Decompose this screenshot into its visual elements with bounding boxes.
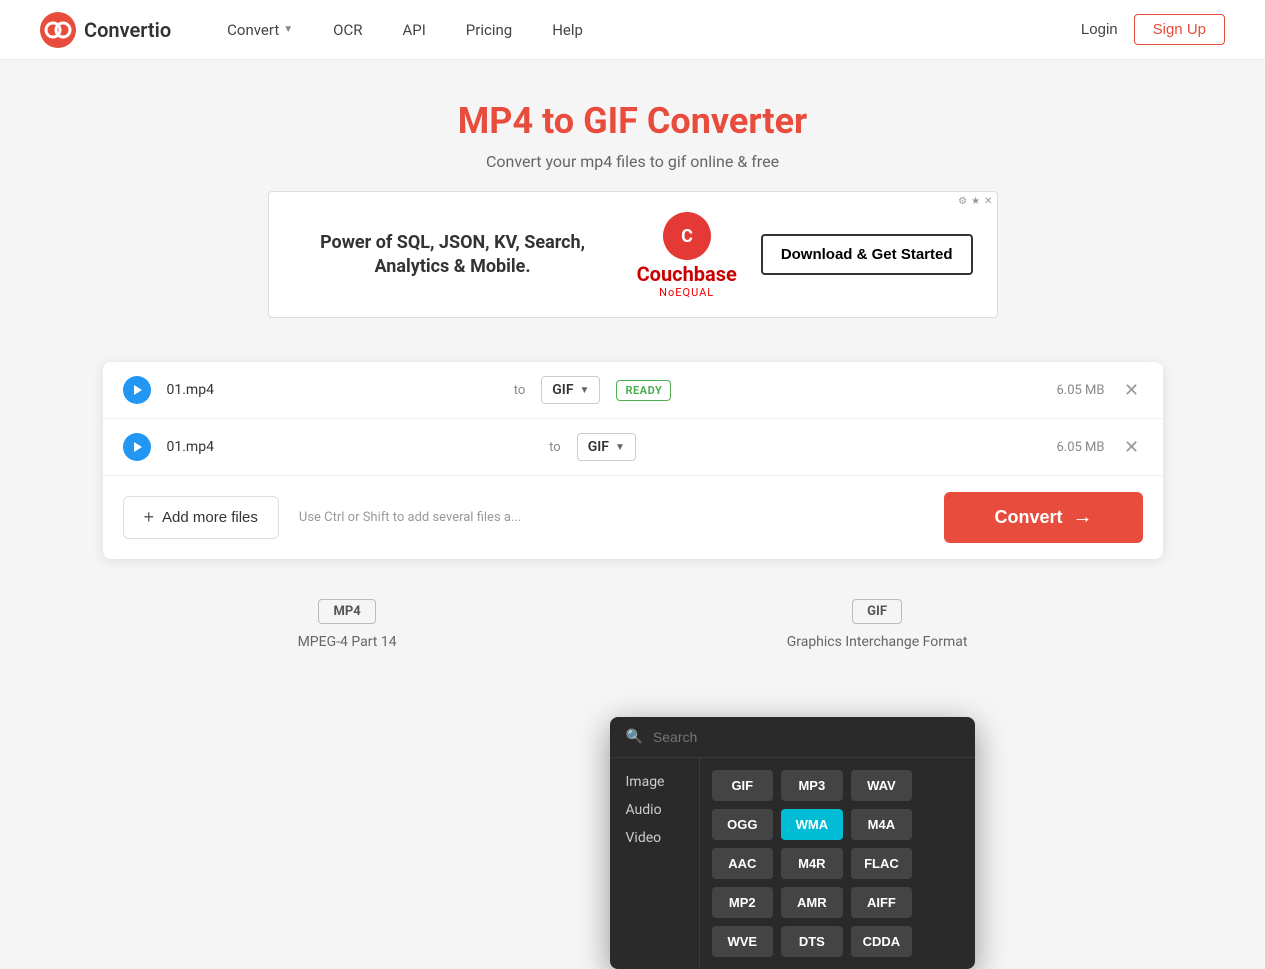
couchbase-name: Couchbase bbox=[637, 262, 737, 286]
format-aac[interactable]: AAC bbox=[712, 848, 774, 879]
file-name-1: 01.mp4 bbox=[167, 382, 498, 398]
file-to-label-1: to bbox=[514, 383, 526, 398]
file-name-2: 01.mp4 bbox=[167, 439, 534, 455]
format-selector-2[interactable]: GIF ▼ bbox=[577, 433, 636, 461]
format-flac[interactable]: FLAC bbox=[851, 848, 913, 879]
navbar-actions: Login Sign Up bbox=[1081, 14, 1225, 45]
format-m4r[interactable]: M4R bbox=[781, 848, 843, 879]
ad-banner: ⚙ ★ ✕ Power of SQL, JSON, KV, Search, An… bbox=[268, 191, 998, 318]
ad-badge: ⚙ ★ ✕ bbox=[958, 196, 992, 207]
file-remove-button-2[interactable]: ✕ bbox=[1121, 436, 1143, 458]
format-badge-mp4: MP4 bbox=[318, 599, 375, 624]
info-card-gif: GIF Graphics Interchange Format bbox=[787, 599, 968, 650]
status-badge-1: READY bbox=[616, 380, 671, 401]
logo-link[interactable]: Convertio bbox=[40, 12, 171, 48]
format-gif[interactable]: GIF bbox=[712, 770, 774, 801]
ad-logo: C Couchbase NoEQUAL bbox=[637, 210, 737, 299]
dropdown-search-area: 🔍 bbox=[610, 717, 975, 758]
category-list: Image Audio Video bbox=[610, 758, 700, 969]
nav-pricing[interactable]: Pricing bbox=[450, 13, 528, 47]
info-card-mp4: MP4 MPEG-4 Part 14 bbox=[298, 599, 397, 650]
convert-chevron-icon: ▼ bbox=[283, 24, 293, 35]
arrow-icon: → bbox=[1073, 506, 1093, 529]
upload-area: 01.mp4 to GIF ▼ READY 6.05 MB ✕ 01.mp4 t… bbox=[103, 362, 1163, 559]
format-m4a[interactable]: M4A bbox=[851, 809, 913, 840]
signup-button[interactable]: Sign Up bbox=[1134, 14, 1225, 45]
format-label-mp4: MPEG-4 Part 14 bbox=[298, 634, 397, 650]
format-aiff[interactable]: AIFF bbox=[851, 887, 913, 918]
nav-ocr[interactable]: OCR bbox=[317, 13, 378, 47]
convert-label: Convert bbox=[994, 507, 1062, 528]
format-selector-1[interactable]: GIF ▼ bbox=[541, 376, 600, 404]
category-audio[interactable]: Audio bbox=[626, 802, 683, 818]
logo-icon bbox=[40, 12, 76, 48]
format-wve[interactable]: WVE bbox=[712, 926, 774, 957]
format-dropdown: 🔍 Image Audio Video GIF MP3 WAV OGG WMA … bbox=[610, 717, 975, 969]
format-wma[interactable]: WMA bbox=[781, 809, 843, 840]
file-to-label-2: to bbox=[549, 440, 561, 455]
format-chevron-icon-1: ▼ bbox=[580, 385, 590, 396]
format-cdda[interactable]: CDDA bbox=[851, 926, 913, 957]
file-play-button-2[interactable] bbox=[123, 433, 151, 461]
svg-text:C: C bbox=[681, 226, 693, 247]
format-mp2[interactable]: MP2 bbox=[712, 887, 774, 918]
hint-text: Use Ctrl or Shift to add several files a… bbox=[299, 510, 521, 525]
format-grid: GIF MP3 WAV OGG WMA M4A AAC M4R FLAC MP2… bbox=[700, 758, 925, 969]
couchbase-logo-icon: C bbox=[661, 210, 713, 262]
dropdown-body: Image Audio Video GIF MP3 WAV OGG WMA M4… bbox=[610, 758, 975, 969]
page-title: MP4 to GIF Converter bbox=[20, 100, 1245, 142]
page-subtitle: Convert your mp4 files to gif online & f… bbox=[20, 152, 1245, 171]
file-row: 01.mp4 to GIF ▼ READY 6.05 MB ✕ bbox=[103, 362, 1163, 419]
navbar: Convertio Convert ▼ OCR API Pricing Help… bbox=[0, 0, 1265, 60]
hero-section: MP4 to GIF Converter Convert your mp4 fi… bbox=[0, 60, 1265, 362]
format-chevron-icon-2: ▼ bbox=[615, 442, 625, 453]
ad-text: Power of SQL, JSON, KV, Search, Analytic… bbox=[293, 231, 613, 278]
file-row-2: 01.mp4 to GIF ▼ 6.05 MB ✕ bbox=[103, 419, 1163, 476]
bottom-info: MP4 MPEG-4 Part 14 GIF Graphics Intercha… bbox=[103, 559, 1163, 690]
plus-icon: + bbox=[144, 507, 155, 528]
format-amr[interactable]: AMR bbox=[781, 887, 843, 918]
ad-cta-button[interactable]: Download & Get Started bbox=[761, 234, 973, 275]
nav-help[interactable]: Help bbox=[536, 13, 599, 47]
file-size-2: 6.05 MB bbox=[1035, 440, 1105, 455]
login-button[interactable]: Login bbox=[1081, 21, 1118, 38]
category-video[interactable]: Video bbox=[626, 830, 683, 846]
format-label-gif: Graphics Interchange Format bbox=[787, 634, 968, 650]
add-files-label: Add more files bbox=[162, 509, 258, 526]
file-remove-button-1[interactable]: ✕ bbox=[1121, 379, 1143, 401]
format-mp3[interactable]: MP3 bbox=[781, 770, 843, 801]
search-icon: 🔍 bbox=[626, 729, 643, 745]
add-files-button[interactable]: + Add more files bbox=[123, 496, 279, 539]
main-content: 01.mp4 to GIF ▼ READY 6.05 MB ✕ 01.mp4 t… bbox=[83, 362, 1183, 690]
main-nav: Convert ▼ OCR API Pricing Help bbox=[211, 13, 1081, 47]
format-wav[interactable]: WAV bbox=[851, 770, 913, 801]
file-play-button-1[interactable] bbox=[123, 376, 151, 404]
format-badge-gif: GIF bbox=[852, 599, 902, 624]
bottom-bar: + Add more files Use Ctrl or Shift to ad… bbox=[103, 476, 1163, 559]
format-ogg[interactable]: OGG bbox=[712, 809, 774, 840]
file-size-1: 6.05 MB bbox=[1035, 383, 1105, 398]
category-image[interactable]: Image bbox=[626, 774, 683, 790]
format-dts[interactable]: DTS bbox=[781, 926, 843, 957]
couchbase-sub: NoEQUAL bbox=[659, 286, 714, 299]
logo-text: Convertio bbox=[84, 18, 171, 42]
nav-api[interactable]: API bbox=[386, 13, 441, 47]
search-input[interactable] bbox=[653, 729, 959, 745]
convert-button[interactable]: Convert → bbox=[944, 492, 1142, 543]
nav-convert[interactable]: Convert ▼ bbox=[211, 13, 309, 47]
